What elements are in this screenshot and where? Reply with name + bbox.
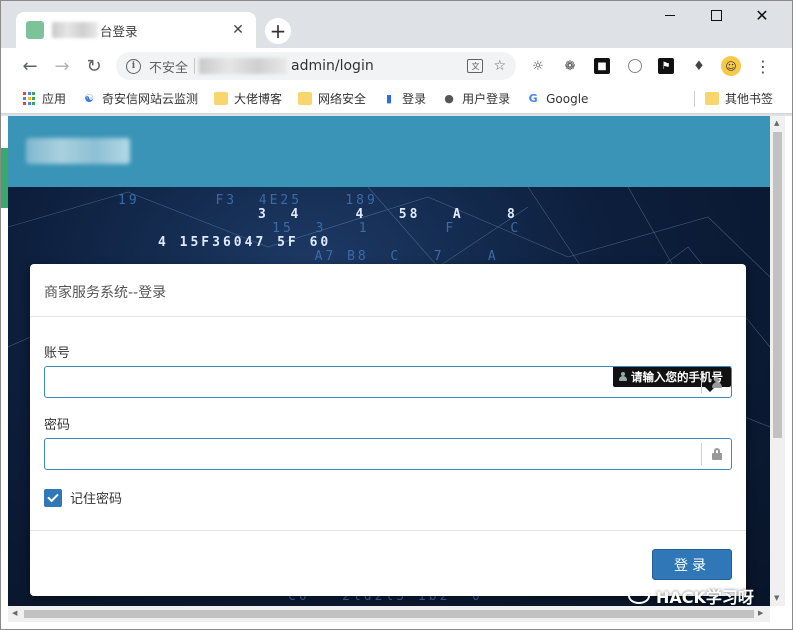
bookmark-google[interactable]: G Google xyxy=(526,91,589,106)
scroll-up-arrow-icon[interactable]: ▲ xyxy=(774,119,779,127)
url-text[interactable]: admin/login xyxy=(291,58,467,74)
globe-icon: ● xyxy=(444,92,454,105)
forward-arrow-icon[interactable]: → xyxy=(50,54,74,78)
password-input[interactable] xyxy=(45,439,701,469)
bookmark-label: 用户登录 xyxy=(462,92,511,106)
bookmark-star-icon[interactable]: ☆ xyxy=(493,58,506,74)
tab-close-icon[interactable]: ✕ xyxy=(230,22,246,38)
scroll-down-arrow-icon[interactable]: ▼ xyxy=(774,594,779,602)
tab-title-redacted xyxy=(52,22,98,38)
horizontal-scroll-thumb[interactable] xyxy=(24,610,754,618)
minimize-button[interactable] xyxy=(647,4,693,26)
close-window-button[interactable]: ✕ xyxy=(739,4,785,26)
google-icon: G xyxy=(528,92,538,105)
bookmark-label: 登录 xyxy=(402,92,427,106)
qianxin-icon: ☯ xyxy=(84,92,94,105)
scroll-left-arrow-icon[interactable]: ◀ xyxy=(12,609,17,617)
remember-checkbox[interactable] xyxy=(44,488,62,507)
reload-icon[interactable]: ↻ xyxy=(82,54,106,78)
new-tab-button[interactable]: + xyxy=(265,18,291,44)
dialog-title: 商家服务系统--登录 xyxy=(30,264,746,317)
security-status[interactable]: 不安全 xyxy=(149,57,188,76)
url-host-redacted xyxy=(199,58,288,74)
maximize-button[interactable] xyxy=(693,4,739,26)
chart-icon: ▮ xyxy=(386,92,393,105)
bookmark-label: Google xyxy=(546,91,589,106)
vertical-scroll-thumb[interactable] xyxy=(773,132,782,438)
bookmark-label: 其他书签 xyxy=(724,92,773,106)
password-addon xyxy=(701,443,731,465)
address-bar[interactable]: i 不安全 admin/login 文 ☆ xyxy=(116,52,516,80)
vertical-scrollbar[interactable]: ▲ ▼ xyxy=(770,116,785,606)
extensions-puzzle-icon[interactable]: ♦ xyxy=(689,56,709,76)
folder-icon xyxy=(214,92,229,105)
remember-password[interactable]: 记住密码 xyxy=(44,488,732,507)
info-icon[interactable]: i xyxy=(126,58,141,74)
lock-icon xyxy=(711,448,722,460)
bookmark-label: 大佬博客 xyxy=(234,92,283,106)
browser-tab[interactable]: 台登录 ✕ xyxy=(16,12,256,48)
back-arrow-icon[interactable]: ← xyxy=(18,54,42,78)
remember-label[interactable]: 记住密码 xyxy=(70,488,122,507)
account-label: 账号 xyxy=(44,346,71,361)
extension-circle-icon[interactable] xyxy=(628,59,642,73)
watermark-text: HACK学习呀 xyxy=(656,588,754,607)
bookmark-label: 奇安信网站云监测 xyxy=(102,92,199,106)
scroll-right-arrow-icon[interactable]: ▶ xyxy=(758,609,763,617)
account-input[interactable] xyxy=(45,367,701,397)
login-dialog: 商家服务系统--登录 请输入您的手机号 账号 密码 记住密码 登录 xyxy=(30,264,746,596)
folder-icon xyxy=(298,92,313,105)
bookmark-user-login[interactable]: ● 用户登录 xyxy=(442,90,510,107)
bookmark-qianxin[interactable]: ☯ 奇安信网站云监测 xyxy=(82,90,198,107)
wechat-icon xyxy=(628,588,650,604)
bookmark-apps[interactable]: 应用 xyxy=(22,90,66,107)
menu-kebab-icon[interactable]: ⋮ xyxy=(753,56,773,76)
profile-avatar[interactable]: ☺ xyxy=(721,56,741,76)
browser-toolbar: ← → ↻ i 不安全 admin/login 文 ☆ ☼ ❁ ■ ⚑ ♦ ☺ … xyxy=(0,48,793,84)
bookmarks-divider xyxy=(693,90,695,107)
bookmarks-bar: 应用 ☯ 奇安信网站云监测 大佬博客 网络安全 ▮ 登录 ● 用户登录 G Go… xyxy=(0,84,793,114)
password-field[interactable] xyxy=(44,438,732,470)
bookmark-blog[interactable]: 大佬博客 xyxy=(214,90,282,107)
site-logo-redacted xyxy=(26,138,130,164)
site-header xyxy=(8,116,770,187)
extension-flag-icon[interactable]: ⚑ xyxy=(658,58,674,74)
bookmark-label: 应用 xyxy=(42,92,67,106)
account-field[interactable] xyxy=(44,366,732,398)
watermark: HACK学习呀 xyxy=(628,584,754,608)
digit-row: A7 B8 C 7 A xyxy=(228,249,499,264)
extension-spiral-icon[interactable]: ❁ xyxy=(560,56,580,76)
password-label: 密码 xyxy=(44,418,71,433)
apps-grid-icon xyxy=(22,91,36,106)
extension-glasses-icon[interactable]: ☼ xyxy=(528,56,548,76)
login-button[interactable]: 登录 xyxy=(652,549,732,580)
browser-chrome: 台登录 ✕ + ✕ ← → ↻ i 不安全 admin/login 文 ☆ ☼ … xyxy=(0,0,793,116)
dialog-body: 请输入您的手机号 账号 密码 记住密码 xyxy=(30,342,746,507)
extension-mask-icon[interactable]: ■ xyxy=(594,58,610,74)
tab-title: 台登录 xyxy=(100,23,138,39)
bookmark-login[interactable]: ▮ 登录 xyxy=(382,90,426,107)
horizontal-scrollbar[interactable]: ◀ ▶ xyxy=(8,606,770,622)
translate-icon[interactable]: 文 xyxy=(467,59,484,73)
folder-icon xyxy=(704,92,719,105)
user-icon xyxy=(711,376,722,388)
window-controls: ✕ xyxy=(647,4,785,26)
tab-favicon-icon xyxy=(26,21,44,39)
url-divider xyxy=(194,58,196,74)
bookmark-other[interactable]: 其他书签 xyxy=(704,90,773,107)
bookmark-security[interactable]: 网络安全 xyxy=(298,90,366,107)
left-edge-decoration xyxy=(0,148,8,208)
bookmark-label: 网络安全 xyxy=(318,92,367,106)
account-addon xyxy=(701,371,731,393)
